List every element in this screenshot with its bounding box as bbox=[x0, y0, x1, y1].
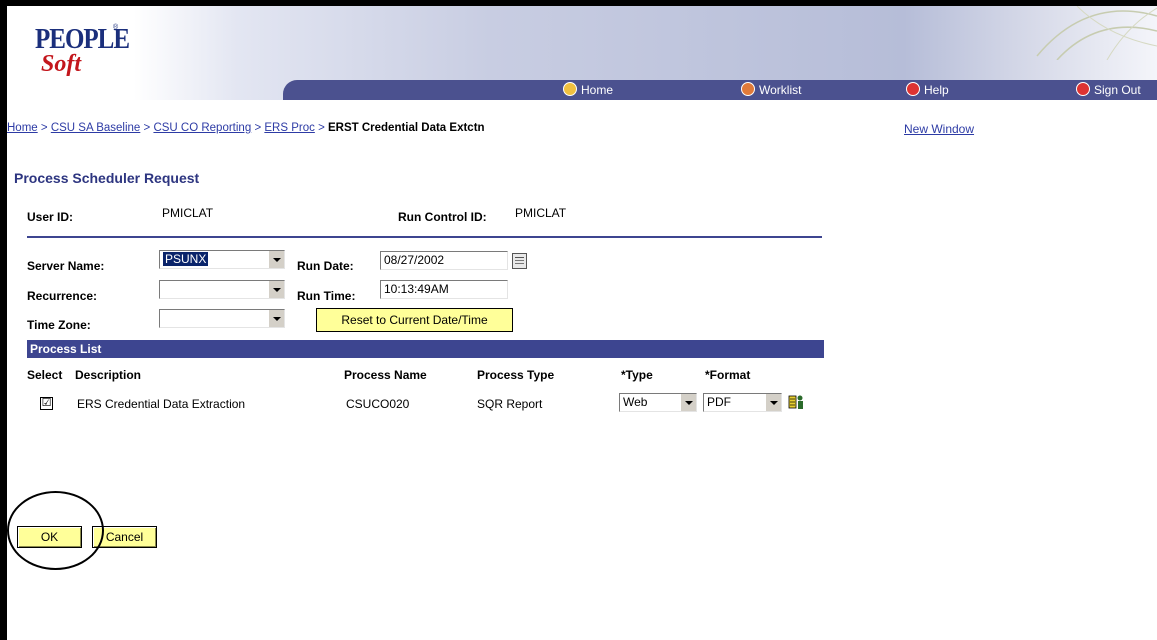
breadcrumb-separator: > bbox=[318, 122, 325, 134]
nav-worklist[interactable]: Worklist bbox=[741, 82, 801, 98]
new-window-link[interactable]: New Window bbox=[904, 122, 974, 136]
run-control-id-value: PMICLAT bbox=[515, 206, 567, 220]
help-icon bbox=[906, 82, 920, 96]
server-name-select[interactable]: PSUNX bbox=[159, 250, 285, 269]
nav-home-label: Home bbox=[581, 83, 614, 97]
breadcrumb: Home > CSU SA Baseline > CSU CO Reportin… bbox=[7, 122, 485, 134]
type-select[interactable]: Web bbox=[619, 393, 697, 412]
user-id-label: User ID: bbox=[27, 210, 74, 224]
format-select[interactable]: PDF bbox=[703, 393, 782, 412]
top-nav-bar bbox=[283, 80, 1157, 100]
reset-date-time-button[interactable]: Reset to Current Date/Time bbox=[316, 308, 513, 332]
sign-out-icon bbox=[1076, 82, 1090, 96]
server-name-label: Server Name: bbox=[27, 259, 105, 273]
run-date-input[interactable]: 08/27/2002 bbox=[380, 251, 508, 270]
banner-globe-decoration bbox=[1036, 6, 1157, 60]
section-divider bbox=[27, 236, 822, 238]
select-checkbox[interactable]: ☑ bbox=[40, 397, 53, 410]
breadcrumb-link-ers-proc[interactable]: ERS Proc bbox=[264, 122, 315, 134]
nav-help-label: Help bbox=[924, 83, 949, 97]
col-header-process-type: Process Type bbox=[477, 368, 555, 382]
user-id-value: PMICLAT bbox=[162, 206, 214, 220]
worklist-icon bbox=[741, 82, 755, 96]
row-process-name: CSUCO020 bbox=[346, 397, 410, 411]
row-process-type: SQR Report bbox=[477, 397, 543, 411]
breadcrumb-separator: > bbox=[40, 122, 48, 134]
chevron-down-icon bbox=[268, 281, 284, 298]
logo-trademark: ® bbox=[113, 24, 119, 31]
run-control-id-label: Run Control ID: bbox=[398, 210, 487, 224]
type-value: Web bbox=[623, 395, 648, 409]
col-header-process-name: Process Name bbox=[344, 368, 427, 382]
time-zone-label: Time Zone: bbox=[27, 318, 91, 332]
col-header-description: Description bbox=[75, 368, 142, 382]
breadcrumb-link-home[interactable]: Home bbox=[7, 122, 38, 134]
run-time-label: Run Time: bbox=[297, 289, 356, 303]
page-title: Process Scheduler Request bbox=[14, 170, 200, 186]
process-list-header-bar: Process List bbox=[27, 340, 824, 358]
run-date-label: Run Date: bbox=[297, 259, 354, 273]
nav-sign-out[interactable]: Sign Out bbox=[1076, 82, 1141, 98]
nav-help[interactable]: Help bbox=[906, 82, 949, 98]
chevron-down-icon bbox=[765, 394, 781, 411]
highlight-circle-annotation bbox=[7, 491, 104, 570]
nav-worklist-label: Worklist bbox=[759, 83, 802, 97]
breadcrumb-current: ERST Credential Data Extctn bbox=[327, 122, 485, 134]
breadcrumb-separator: > bbox=[254, 122, 262, 134]
nav-home[interactable]: Home bbox=[563, 82, 613, 98]
chevron-down-icon bbox=[268, 310, 284, 327]
breadcrumb-link-csu-co-reporting[interactable]: CSU CO Reporting bbox=[153, 122, 251, 134]
server-name-value: PSUNX bbox=[163, 252, 209, 266]
format-value: PDF bbox=[707, 395, 731, 409]
calendar-icon[interactable] bbox=[512, 253, 527, 269]
breadcrumb-link-csu-sa-baseline[interactable]: CSU SA Baseline bbox=[51, 122, 141, 134]
run-time-input[interactable]: 10:13:49AM bbox=[380, 280, 508, 299]
chevron-down-icon bbox=[268, 251, 284, 268]
peoplesoft-logo: PEOPLE ® Soft bbox=[35, 24, 130, 77]
time-zone-select[interactable] bbox=[159, 309, 285, 328]
col-header-type: *Type bbox=[621, 368, 653, 382]
distribution-icon[interactable] bbox=[788, 394, 806, 410]
recurrence-select[interactable] bbox=[159, 280, 285, 299]
home-icon bbox=[563, 82, 577, 96]
col-header-format: *Format bbox=[705, 368, 751, 382]
breadcrumb-separator: > bbox=[143, 122, 151, 134]
nav-sign-out-label: Sign Out bbox=[1094, 83, 1141, 97]
row-description: ERS Credential Data Extraction bbox=[77, 397, 246, 411]
col-header-select: Select bbox=[27, 368, 63, 382]
logo-soft-text: Soft bbox=[41, 51, 82, 77]
recurrence-label: Recurrence: bbox=[27, 289, 98, 303]
chevron-down-icon bbox=[680, 394, 696, 411]
